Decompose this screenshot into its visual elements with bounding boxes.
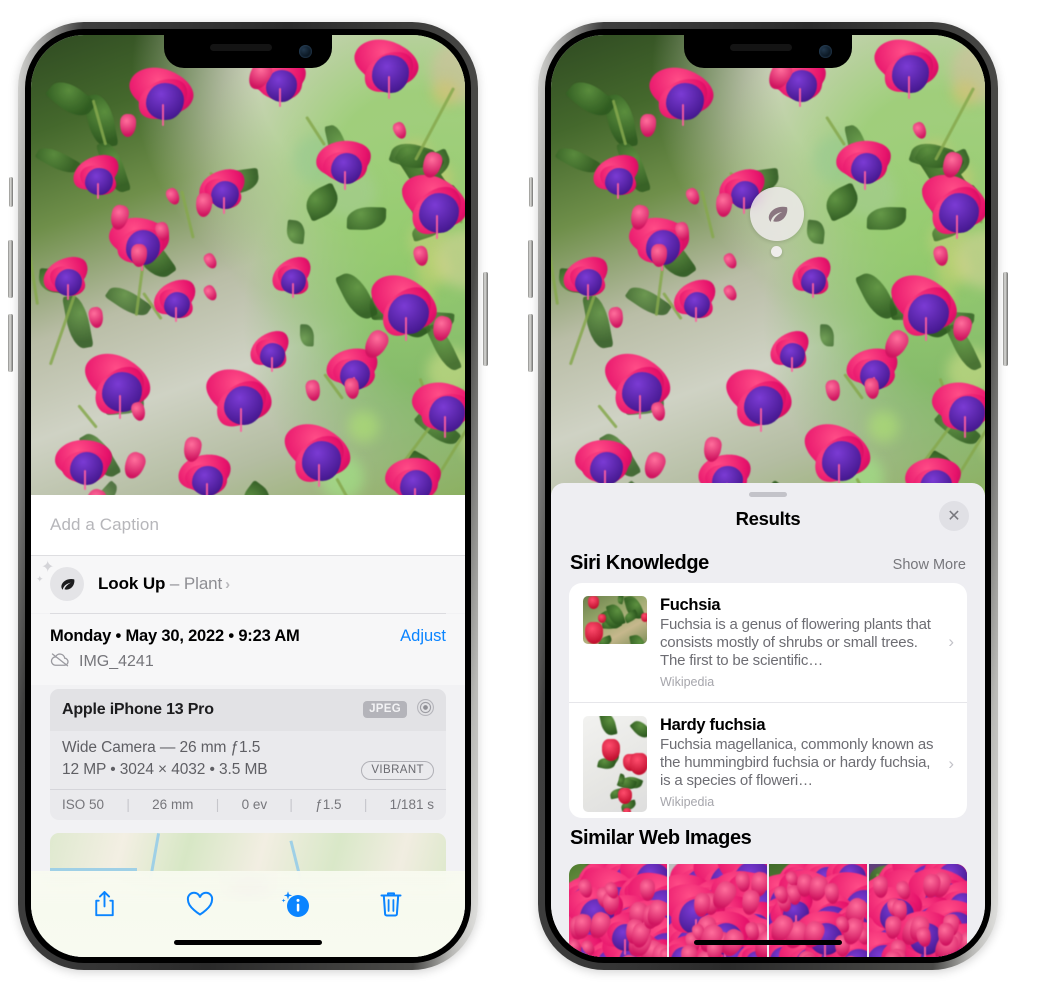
adjust-button[interactable]: Adjust (400, 627, 446, 646)
exif-stat-iso: ISO 50 (62, 796, 105, 812)
exif-badges: JPEG (363, 698, 435, 722)
result-title: Fuchsia (660, 595, 721, 614)
info-button[interactable] (273, 884, 319, 924)
results-header: Results ✕ (551, 497, 985, 543)
look-up-label: Look Up – Plant › (98, 574, 230, 594)
look-up-subject: Plant (183, 574, 223, 593)
notch (684, 35, 852, 68)
look-up-title: Look Up (98, 574, 166, 593)
file-name: IMG_4241 (79, 652, 154, 670)
notch (164, 35, 332, 68)
share-button[interactable] (82, 884, 128, 924)
result-thumbnail (583, 715, 647, 812)
lens-info: Wide Camera — 26 mm ƒ1.5 (62, 738, 261, 756)
section-title: Similar Web Images (570, 826, 752, 849)
silent-switch[interactable] (9, 177, 13, 207)
results-title: Results (735, 507, 801, 529)
home-indicator[interactable] (174, 940, 322, 945)
volume-up-button[interactable] (528, 240, 533, 298)
results-sheet: Results ✕ Siri Knowledge Show More Fuchs… (551, 483, 985, 957)
visual-look-up-pointer (771, 246, 782, 257)
list-item[interactable]: Hardy fuchsia Fuchsia magellanica, commo… (569, 701, 967, 818)
close-icon[interactable]: ✕ (939, 500, 969, 531)
power-button[interactable] (483, 272, 488, 366)
siri-knowledge-card: Fuchsia Fuchsia is a genus of flowering … (569, 582, 967, 818)
phone-left-bezel: Add a Caption ✦ ✦ Look Up – Plant › Mond… (25, 29, 471, 963)
volume-down-button[interactable] (528, 314, 533, 372)
list-item[interactable]: Fuchsia Fuchsia is a genus of flowering … (569, 583, 967, 702)
result-thumbnail (583, 595, 647, 644)
volume-down-button[interactable] (8, 314, 13, 372)
favorite-button[interactable] (177, 884, 223, 924)
phone-left: Add a Caption ✦ ✦ Look Up – Plant › Mond… (8, 22, 488, 970)
earpiece-speaker (210, 44, 272, 51)
photo-viewer[interactable] (551, 35, 985, 495)
format-badge: JPEG (363, 701, 407, 718)
delete-button[interactable] (368, 884, 414, 924)
result-body: Hardy fuchsia Fuchsia magellanica, commo… (660, 716, 953, 809)
exif-stat-ev: 0 ev (241, 796, 268, 812)
front-camera-icon (299, 45, 312, 58)
web-image-tile[interactable] (869, 863, 967, 957)
stat-divider: | (215, 796, 220, 812)
size-row: 12 MP • 3024 × 4032 • 3.5 MB VIBRANT (62, 760, 434, 780)
image-size-info: 12 MP • 3024 × 4032 • 3.5 MB (62, 761, 268, 778)
phone-left-screen: Add a Caption ✦ ✦ Look Up – Plant › Mond… (31, 35, 465, 957)
exif-stats: ISO 50 | 26 mm | 0 ev | ƒ1.5 | 1/181 s (50, 788, 446, 820)
photo-viewer[interactable] (31, 35, 465, 495)
siri-knowledge-header: Siri Knowledge Show More (551, 543, 985, 583)
caption-input[interactable]: Add a Caption (31, 495, 465, 556)
photo-style-badge: VIBRANT (361, 760, 434, 780)
exif-card: Apple iPhone 13 Pro JPEG Wide Camera — 2… (50, 688, 446, 820)
exif-stat-focal: 26 mm (152, 796, 194, 812)
exif-body: Wide Camera — 26 mm ƒ1.5 12 MP • 3024 × … (50, 731, 446, 789)
stat-divider: | (289, 796, 293, 812)
photo-date: Monday • May 30, 2022 • 9:23 AM (50, 626, 300, 645)
exif-stat-aperture: ƒ1.5 (315, 796, 342, 812)
date-block: Monday • May 30, 2022 • 9:23 AM Adjust I… (31, 613, 465, 685)
front-camera-icon (819, 45, 832, 58)
section-title: Siri Knowledge (570, 551, 709, 574)
look-up-icon-wrap: ✦ ✦ (36, 560, 84, 601)
stat-divider: | (126, 796, 130, 812)
result-body: Fuchsia Fuchsia is a genus of flowering … (660, 596, 953, 689)
stat-divider: | (363, 796, 368, 812)
result-description: Fuchsia magellanica, commonly known as t… (660, 735, 934, 790)
phone-right: Results ✕ Siri Knowledge Show More Fuchs… (528, 22, 1008, 970)
camera-device: Apple iPhone 13 Pro (62, 700, 214, 718)
power-button[interactable] (1003, 272, 1008, 366)
result-description: Fuchsia is a genus of flowering plants t… (660, 615, 931, 670)
result-source: Wikipedia (660, 794, 715, 809)
earpiece-speaker (730, 44, 792, 51)
chevron-right-icon: › (225, 576, 231, 593)
result-title: Hardy fuchsia (660, 715, 766, 734)
aperture-icon (416, 698, 435, 722)
leaf-icon (50, 567, 84, 601)
look-up-row[interactable]: ✦ ✦ Look Up – Plant › (31, 556, 465, 613)
chevron-right-icon: › (948, 753, 954, 773)
chevron-right-icon: › (948, 632, 954, 652)
show-more-button[interactable]: Show More (893, 557, 966, 573)
look-up-dash: – (165, 574, 184, 593)
volume-up-button[interactable] (8, 240, 13, 298)
home-indicator[interactable] (694, 940, 842, 945)
exif-header: Apple iPhone 13 Pro JPEG (50, 688, 446, 731)
similar-web-images-header: Similar Web Images (551, 818, 985, 858)
web-image-tile[interactable] (569, 863, 667, 957)
visual-look-up-badge[interactable] (750, 187, 804, 241)
date-line: Monday • May 30, 2022 • 9:23 AM Adjust (50, 627, 446, 646)
sparkle-small-icon: ✦ (36, 574, 44, 584)
silent-switch[interactable] (529, 177, 533, 207)
exif-stat-shutter: 1/181 s (389, 796, 434, 812)
phone-right-screen: Results ✕ Siri Knowledge Show More Fuchs… (551, 35, 985, 957)
file-line: IMG_4241 (50, 652, 446, 672)
phone-right-bezel: Results ✕ Siri Knowledge Show More Fuchs… (545, 29, 991, 963)
icloud-slash-icon (50, 652, 70, 672)
result-source: Wikipedia (660, 674, 715, 689)
